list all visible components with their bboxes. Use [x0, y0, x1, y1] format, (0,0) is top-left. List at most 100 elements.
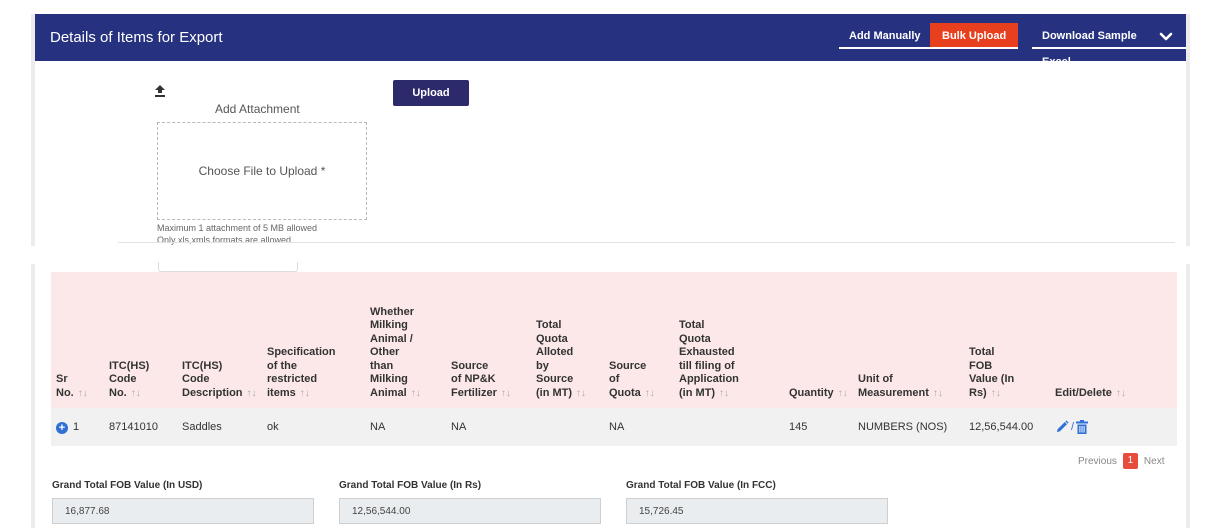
sort-icon[interactable]: ↑↓: [576, 388, 586, 399]
column-header-text: Code: [182, 373, 210, 385]
unit-cell: NUMBERS (NOS): [853, 408, 964, 446]
edit-delete-separator: /: [1071, 421, 1075, 433]
column-header-text: restricted: [267, 373, 318, 385]
sort-icon[interactable]: ↑↓: [411, 388, 421, 399]
column-header-text: FOB: [969, 359, 993, 372]
upload-icon[interactable]: [153, 84, 167, 98]
upload-panel: Details of Items for Export Add Manually…: [31, 14, 1190, 246]
column-header-text: Total: [969, 346, 995, 358]
column-header-text: Milking: [370, 373, 408, 385]
add-manually-button[interactable]: Add Manually: [839, 23, 931, 49]
column-header-text: No.: [56, 386, 74, 399]
column-header[interactable]: Quantity ↑↓: [784, 272, 853, 408]
edit-delete-cell: /: [1050, 408, 1177, 446]
npk-source-value: NA: [451, 421, 467, 433]
sort-icon[interactable]: ↑↓: [991, 388, 1001, 399]
expand-plus-icon[interactable]: +: [56, 421, 68, 434]
column-header-text: of: [609, 373, 620, 385]
column-header-text: Measurement: [858, 386, 929, 399]
chevron-down-icon[interactable]: [1157, 27, 1175, 45]
attachment-size-hint: Maximum 1 attachment of 5 MB allowed: [157, 223, 318, 233]
column-header-text: Milking: [370, 319, 408, 331]
column-header-text: Description: [182, 386, 243, 399]
section-title: Details of Items for Export: [50, 29, 223, 46]
column-header-text: Source: [536, 373, 574, 385]
column-header[interactable]: Total Quota Exhausted till filing of Applica…: [674, 272, 784, 408]
current-page-button[interactable]: 1: [1122, 453, 1138, 469]
unit-value: NUMBERS (NOS): [858, 421, 948, 433]
column-header-text: Source: [451, 359, 489, 372]
column-header-text: Application: [679, 373, 739, 385]
column-header-text: Source: [609, 359, 647, 372]
column-header[interactable]: Whether Milking Animal / Other than Milking An…: [365, 272, 446, 408]
sr-no-value: 1: [73, 420, 80, 433]
sort-icon[interactable]: ↑↓: [247, 388, 257, 399]
items-table: Sr No. ↑↓ ITC(HS) Code No. ↑↓ ITC(HS) Code Descri…: [51, 272, 1177, 446]
column-header-text: Quota: [679, 332, 711, 345]
sort-icon[interactable]: ↑↓: [719, 388, 729, 399]
column-header-text: Quota: [609, 386, 641, 399]
quota-source-cell: NA: [604, 408, 674, 446]
sort-icon[interactable]: ↑↓: [131, 388, 141, 399]
column-header[interactable]: Edit/Delete ↑↓: [1050, 272, 1177, 408]
sort-icon[interactable]: ↑↓: [78, 388, 88, 399]
sort-icon[interactable]: ↑↓: [501, 388, 511, 399]
column-header-text: (in MT): [679, 386, 716, 399]
specification-value: ok: [267, 421, 279, 433]
dropdown-remnant: [158, 262, 298, 272]
specification-cell: ok: [262, 408, 365, 446]
grand-total-rs-field[interactable]: [339, 498, 601, 524]
column-header-text: of the: [267, 359, 297, 372]
grand-total-fcc-field[interactable]: [626, 498, 888, 524]
next-page-link[interactable]: Next: [1144, 456, 1165, 467]
column-header-text: Alloted: [536, 346, 574, 358]
previous-page-link[interactable]: Previous: [1078, 456, 1117, 467]
column-header-text: Animal: [370, 386, 407, 399]
column-header[interactable]: Total FOB Value (In Rs) ↑↓: [964, 272, 1050, 408]
sort-icon[interactable]: ↑↓: [1116, 388, 1126, 399]
column-header[interactable]: Source of NP&K Fertilizer ↑↓: [446, 272, 531, 408]
column-header-text: No.: [109, 386, 127, 399]
attachment-format-hint: Only xls,xmls formats are allowed.: [157, 235, 294, 245]
sort-icon[interactable]: ↑↓: [300, 388, 310, 399]
table-row: +1 87141010 Saddles ok NA NA NA 145 NUMBERS (NOS…: [51, 408, 1177, 446]
grand-total-usd-label: Grand Total FOB Value (In USD): [52, 480, 203, 491]
column-header[interactable]: Source of Quota ↑↓: [604, 272, 674, 408]
column-header-text: Fertilizer: [451, 386, 497, 399]
column-header-text: items: [267, 386, 296, 399]
grand-total-rs-label: Grand Total FOB Value (In Rs): [339, 480, 482, 491]
column-header-text: Quantity: [789, 386, 834, 399]
quota-alloted-cell: [531, 408, 604, 446]
column-header-text: than: [370, 359, 394, 372]
quota-exhausted-cell: [674, 408, 784, 446]
column-header-text: by: [536, 359, 549, 372]
column-header[interactable]: Sr No. ↑↓: [51, 272, 104, 408]
column-header-text: Specification: [267, 346, 336, 358]
column-header[interactable]: Specification of the restricted items ↑↓: [262, 272, 365, 408]
trash-icon[interactable]: [1076, 420, 1089, 434]
itc-code-cell: 87141010: [104, 408, 177, 446]
divider: [118, 242, 1175, 243]
description-value: Saddles: [182, 421, 222, 433]
column-header-text: Animal /: [370, 332, 413, 345]
bulk-upload-button[interactable]: Bulk Upload: [930, 23, 1019, 49]
column-header[interactable]: ITC(HS) Code No. ↑↓: [104, 272, 177, 408]
sort-icon[interactable]: ↑↓: [933, 388, 943, 399]
column-header-text: (in MT): [536, 386, 573, 399]
column-header[interactable]: Unit of Measurement ↑↓: [853, 272, 964, 408]
quantity-value: 145: [789, 421, 808, 433]
column-header-text: Total: [679, 319, 705, 331]
column-header-text: Value (In: [969, 373, 1015, 385]
column-header[interactable]: Total Quota Alloted by Source (in MT) ↑↓: [531, 272, 604, 408]
upload-button[interactable]: Upload: [393, 80, 469, 106]
fob-value-cell: 12,56,544.00: [964, 408, 1050, 446]
grand-total-usd-field[interactable]: [52, 498, 314, 524]
quota-source-value: NA: [609, 421, 625, 433]
sort-icon[interactable]: ↑↓: [838, 388, 848, 399]
sort-icon[interactable]: ↑↓: [645, 388, 655, 399]
file-dropzone[interactable]: Choose File to Upload *: [157, 122, 367, 220]
column-header[interactable]: ITC(HS) Code Description ↑↓: [177, 272, 262, 408]
edit-pencil-icon[interactable]: [1055, 420, 1069, 434]
column-header-text: Other: [370, 346, 400, 358]
npk-source-cell: NA: [446, 408, 531, 446]
